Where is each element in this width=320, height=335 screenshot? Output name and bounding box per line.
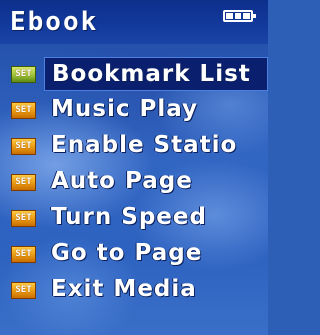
menu-item-label: Turn Speed [51, 204, 207, 230]
menu-item-auto-page[interactable]: SET Auto Page [0, 165, 268, 201]
menu-item-label: Music Play [51, 96, 199, 122]
selection-highlight: Bookmark List [44, 57, 268, 91]
menu-item-exit-media[interactable]: SET Exit Media [0, 273, 268, 309]
battery-icon [223, 10, 256, 22]
menu-item-bookmark-list[interactable]: SET Bookmark List [0, 57, 268, 93]
menu-item-label: Exit Media [51, 276, 197, 302]
menu-item-label: Enable Statio [51, 132, 238, 158]
set-icon: SET [11, 282, 36, 299]
menu-item-label: Bookmark List [52, 61, 251, 87]
menu-item-label: Go to Page [51, 240, 203, 266]
menu-item-label: Auto Page [51, 168, 193, 194]
set-icon: SET [11, 174, 36, 191]
page-title: Ebook [10, 7, 99, 37]
ebook-menu-screen: Ebook SET Bookmark List SET Music Play S… [0, 0, 268, 335]
set-icon: SET [11, 66, 36, 83]
battery-cell [234, 13, 242, 19]
menu-item-turn-speed[interactable]: SET Turn Speed [0, 201, 268, 237]
menu-item-enable-statio[interactable]: SET Enable Statio [0, 129, 268, 165]
set-icon: SET [11, 246, 36, 263]
set-icon: SET [11, 138, 36, 155]
title-bar: Ebook [0, 0, 268, 44]
battery-cell [226, 13, 233, 19]
menu-item-music-play[interactable]: SET Music Play [0, 93, 268, 129]
set-icon: SET [11, 102, 36, 119]
set-icon: SET [11, 210, 36, 227]
battery-cell [243, 13, 251, 19]
menu-item-go-to-page[interactable]: SET Go to Page [0, 237, 268, 273]
